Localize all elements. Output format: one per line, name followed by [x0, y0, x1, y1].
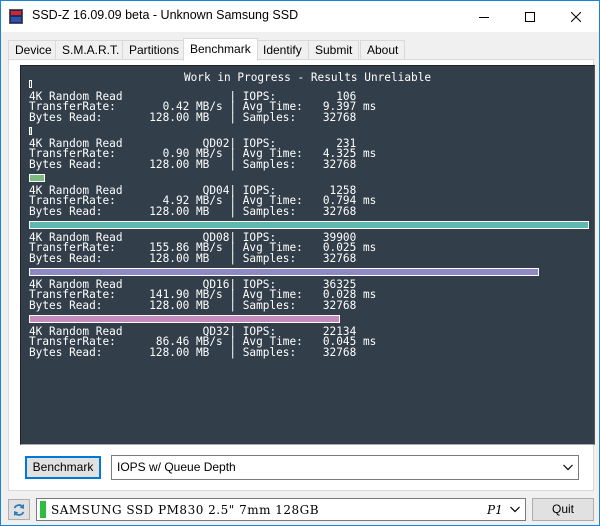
result-bar	[29, 268, 539, 276]
tab-submit[interactable]: Submit	[308, 40, 360, 60]
result-bar	[29, 80, 32, 88]
benchmark-panel: Work in Progress - Results Unreliable 4K…	[8, 59, 595, 491]
benchmark-console: Work in Progress - Results Unreliable 4K…	[20, 65, 595, 445]
chevron-down-icon	[563, 464, 573, 471]
result-line3: Bytes Read: 128.00 MB | Samples: 32768	[29, 157, 357, 171]
app-window: SSD-Z 16.09.09 beta - Unknown Samsung SS…	[0, 0, 600, 526]
tab-smart[interactable]: S.M.A.R.T.	[55, 40, 127, 60]
refresh-icon	[13, 503, 25, 516]
refresh-button[interactable]	[8, 499, 30, 520]
result-line3: Bytes Read: 128.00 MB | Samples: 32768	[29, 345, 357, 359]
console-header: Work in Progress - Results Unreliable	[183, 71, 432, 84]
drive-status-indicator	[40, 501, 46, 518]
benchmark-button[interactable]: Benchmark	[25, 456, 101, 479]
tab-benchmark[interactable]: Benchmark	[183, 38, 258, 61]
result-line3: Bytes Read: 128.00 MB | Samples: 32768	[29, 204, 357, 218]
chevron-down-icon	[510, 506, 520, 513]
maximize-icon	[525, 11, 535, 22]
tab-identify[interactable]: Identify	[256, 40, 309, 60]
drive-port: P1	[487, 503, 503, 517]
close-icon	[571, 11, 581, 22]
ssd-app-icon	[9, 9, 23, 24]
drive-select[interactable]: SAMSUNG SSD PM830 2.5" 7mm 128GB P1	[36, 498, 526, 521]
close-button[interactable]	[553, 1, 599, 32]
tab-device[interactable]: Device	[8, 40, 59, 60]
result-bar	[29, 174, 45, 182]
result-line3: Bytes Read: 128.00 MB | Samples: 32768	[29, 251, 357, 265]
quit-button[interactable]: Quit	[532, 498, 594, 521]
title-bar[interactable]: SSD-Z 16.09.09 beta - Unknown Samsung SS…	[1, 1, 599, 32]
result-line3: Bytes Read: 128.00 MB | Samples: 32768	[29, 298, 357, 312]
benchmark-mode-value: IOPS w/ Queue Depth	[117, 460, 236, 474]
window-title: SSD-Z 16.09.09 beta - Unknown Samsung SS…	[32, 8, 299, 22]
result-bar	[29, 127, 32, 135]
drive-name: SAMSUNG SSD PM830 2.5" 7mm 128GB	[51, 503, 320, 517]
tab-partitions[interactable]: Partitions	[122, 40, 187, 60]
tab-about[interactable]: About	[360, 40, 406, 60]
result-bar	[29, 221, 589, 229]
tab-bar: Device S.M.A.R.T. Partitions Benchmark I…	[8, 38, 598, 61]
benchmark-mode-select[interactable]: IOPS w/ Queue Depth	[111, 455, 579, 480]
maximize-button[interactable]	[507, 1, 553, 32]
result-bar	[29, 315, 340, 323]
minimize-icon	[479, 16, 489, 18]
minimize-button[interactable]	[461, 1, 507, 32]
result-line3: Bytes Read: 128.00 MB | Samples: 32768	[29, 110, 357, 124]
